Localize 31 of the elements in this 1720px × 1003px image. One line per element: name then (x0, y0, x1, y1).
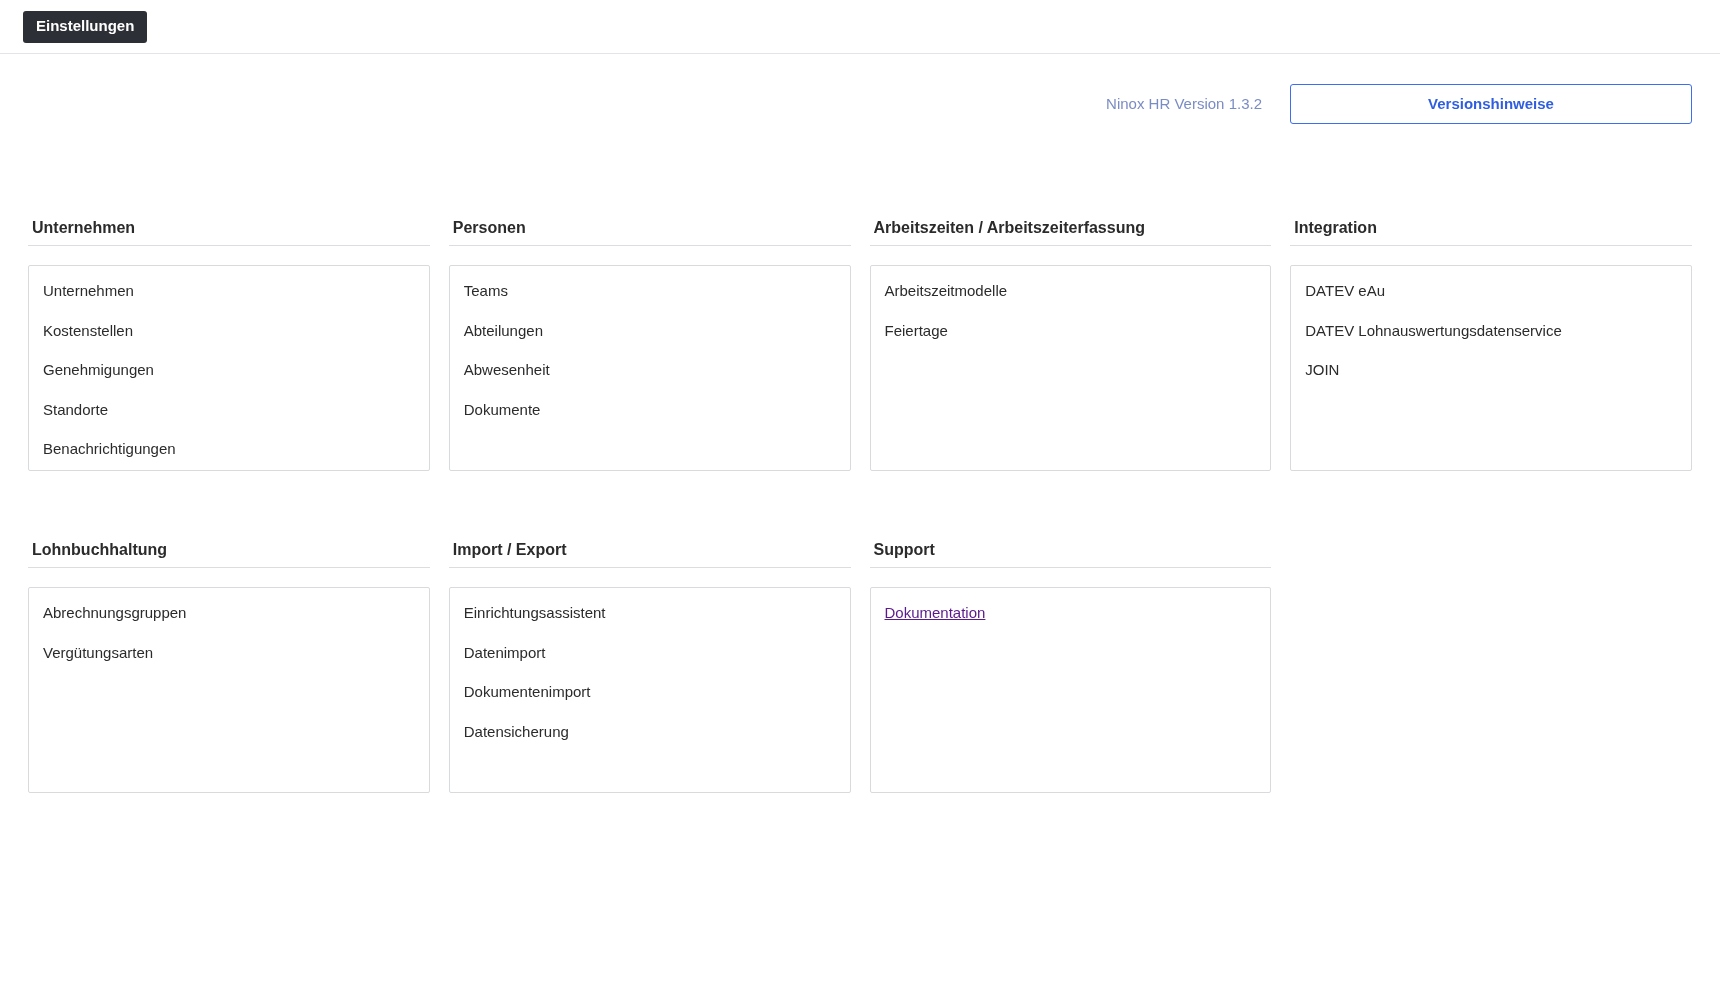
section-heading: Lohnbuchhaltung (28, 538, 430, 568)
section-heading: Arbeitszeiten / Arbeitszeiterfassung (869, 216, 1272, 246)
settings-link[interactable]: Einrichtungsassistent (463, 602, 606, 625)
settings-link[interactable]: Genehmigungen (43, 359, 154, 382)
settings-link[interactable]: Kostenstellen (43, 319, 134, 342)
section-heading: Import / Export (448, 538, 851, 568)
settings-link[interactable]: Dokumente (463, 398, 541, 421)
settings-link[interactable]: Abteilungen (463, 319, 543, 342)
settings-link[interactable]: DATEV Lohnauswertungsdatenservice (1305, 319, 1562, 342)
settings-link[interactable]: Datenimport (463, 641, 546, 664)
settings-link[interactable]: Dokumentenimport (463, 681, 591, 704)
settings-link[interactable]: Unternehmen (43, 280, 134, 303)
settings-link[interactable]: Arbeitszeitmodelle (884, 280, 1008, 303)
settings-link[interactable]: Benachrichtigungen (43, 438, 176, 461)
section-heading: Unternehmen (28, 216, 430, 246)
settings-link[interactable]: Datensicherung (463, 720, 569, 743)
settings-link[interactable]: Vergütungsarten (43, 641, 154, 664)
release-notes-button[interactable]: Versionshinweise (1290, 84, 1692, 124)
settings-link[interactable]: JOIN (1305, 359, 1340, 382)
settings-button[interactable]: Einstellungen (23, 10, 148, 43)
settings-link[interactable]: Standorte (43, 398, 109, 421)
settings-link[interactable]: DATEV eAu (1305, 280, 1385, 303)
settings-link[interactable]: Abwesenheit (463, 359, 550, 382)
section-heading: Personen (448, 216, 851, 246)
documentation-link[interactable]: Dokumentation (884, 602, 986, 625)
settings-link[interactable]: Teams (463, 280, 508, 303)
version-text: Ninox HR Version 1.3.2 (1106, 93, 1262, 114)
section-heading: Integration (1290, 216, 1692, 246)
settings-link[interactable]: Feiertage (884, 319, 948, 342)
settings-link[interactable]: Abrechnungsgruppen (43, 602, 187, 625)
section-heading: Support (869, 538, 1272, 568)
